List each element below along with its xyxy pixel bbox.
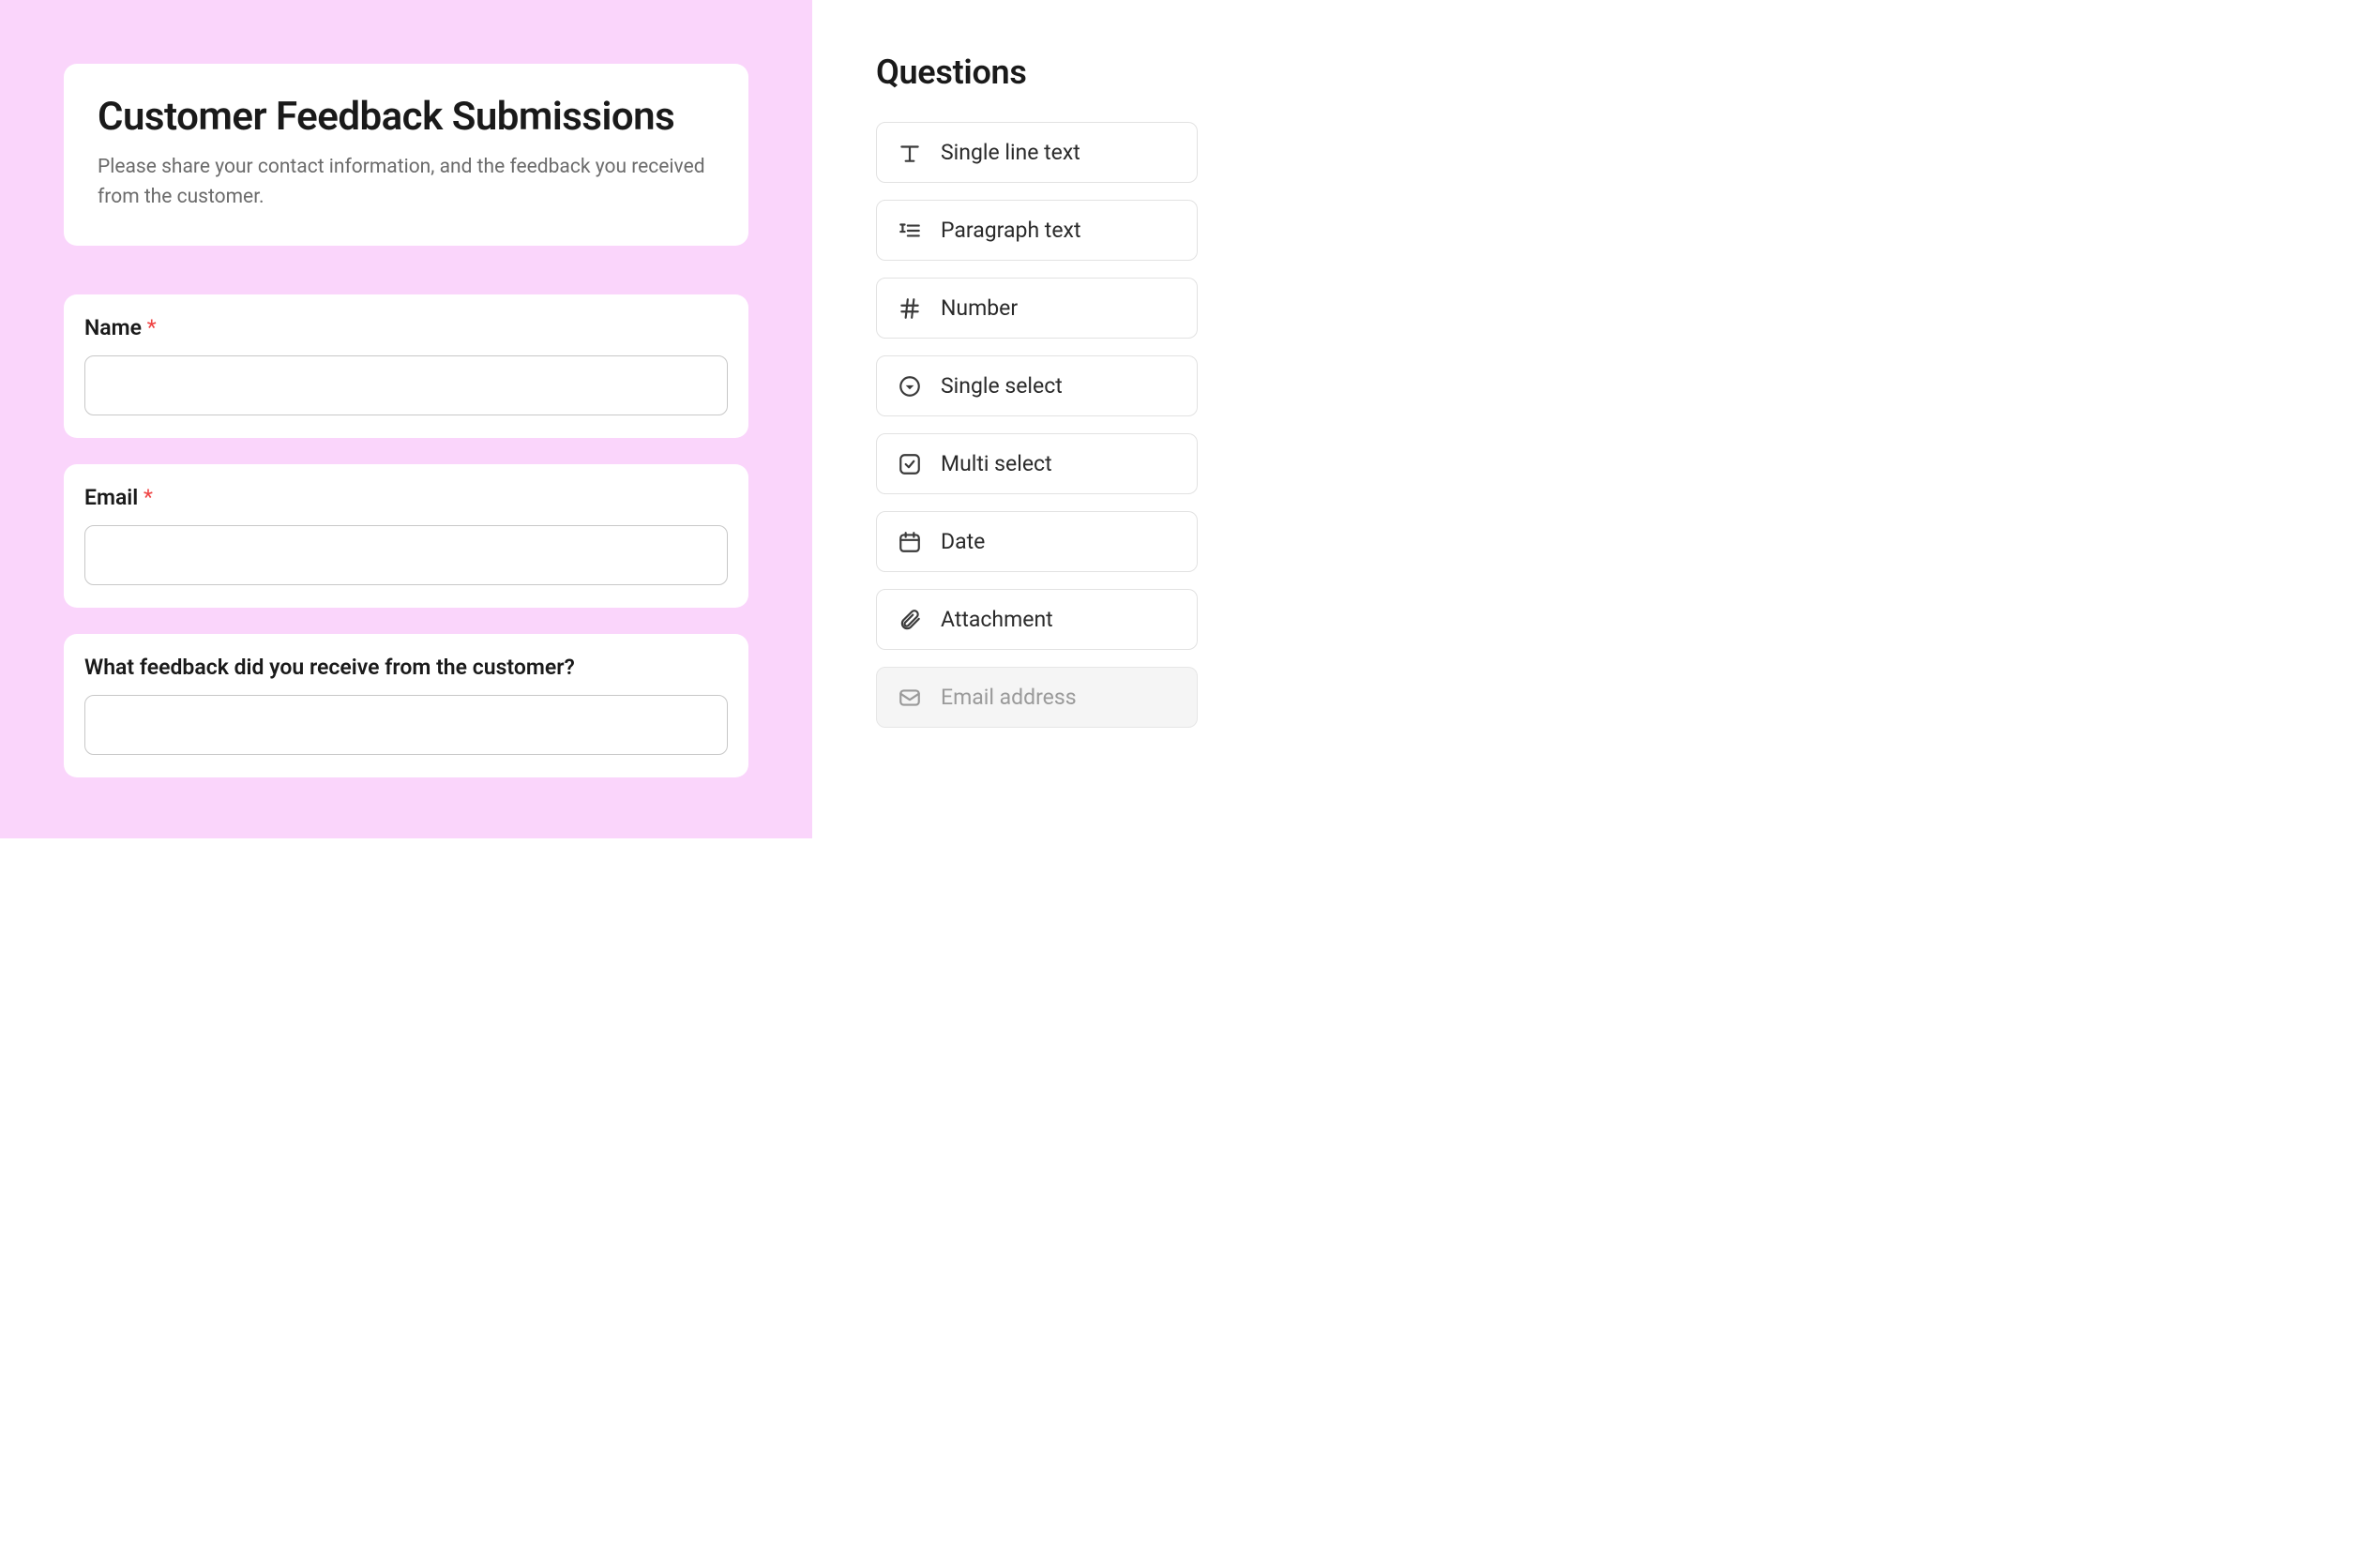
question-type-single-select[interactable]: Single select xyxy=(876,355,1198,416)
feedback-input[interactable] xyxy=(84,695,728,755)
form-title: Customer Feedback Submissions xyxy=(98,94,715,140)
field-label: Email * xyxy=(84,485,728,510)
question-type-multi-select[interactable]: Multi select xyxy=(876,433,1198,494)
field-card-name[interactable]: Name * xyxy=(64,294,748,438)
question-type-paragraph-text[interactable]: Paragraph text xyxy=(876,200,1198,261)
question-type-single-line-text[interactable]: Single line text xyxy=(876,122,1198,183)
question-type-label: Single select xyxy=(941,373,1063,399)
question-type-number[interactable]: Number xyxy=(876,278,1198,339)
field-card-email[interactable]: Email * xyxy=(64,464,748,608)
field-label: Name * xyxy=(84,315,728,340)
field-label-text: Email xyxy=(84,485,138,510)
form-canvas: Customer Feedback Submissions Please sha… xyxy=(0,0,812,838)
email-icon xyxy=(898,686,922,710)
attachment-icon xyxy=(898,608,922,632)
question-type-label: Multi select xyxy=(941,451,1052,476)
field-label-text: Name xyxy=(84,315,142,340)
paragraph-icon xyxy=(898,219,922,243)
question-type-attachment[interactable]: Attachment xyxy=(876,589,1198,650)
required-asterisk: * xyxy=(147,315,157,340)
question-type-label: Email address xyxy=(941,685,1077,710)
question-type-date[interactable]: Date xyxy=(876,511,1198,572)
question-type-label: Attachment xyxy=(941,607,1053,632)
text-icon xyxy=(898,141,922,165)
question-type-label: Date xyxy=(941,529,985,554)
field-label-text: What feedback did you receive from the c… xyxy=(84,655,575,680)
form-header-card[interactable]: Customer Feedback Submissions Please sha… xyxy=(64,64,748,246)
questions-sidebar: Questions Single line text Paragraph tex… xyxy=(812,0,1261,838)
email-input[interactable] xyxy=(84,525,728,585)
question-type-email-address: Email address xyxy=(876,667,1198,728)
question-type-label: Paragraph text xyxy=(941,218,1080,243)
calendar-icon xyxy=(898,530,922,554)
required-asterisk: * xyxy=(143,485,153,510)
name-input[interactable] xyxy=(84,355,728,415)
question-type-label: Single line text xyxy=(941,140,1080,165)
field-card-feedback[interactable]: What feedback did you receive from the c… xyxy=(64,634,748,777)
form-description: Please share your contact information, a… xyxy=(98,153,715,212)
question-type-label: Number xyxy=(941,295,1018,321)
single-select-icon xyxy=(898,374,922,399)
sidebar-title: Questions xyxy=(876,53,1198,92)
multi-select-icon xyxy=(898,452,922,476)
field-label: What feedback did you receive from the c… xyxy=(84,655,728,680)
hash-icon xyxy=(898,296,922,321)
